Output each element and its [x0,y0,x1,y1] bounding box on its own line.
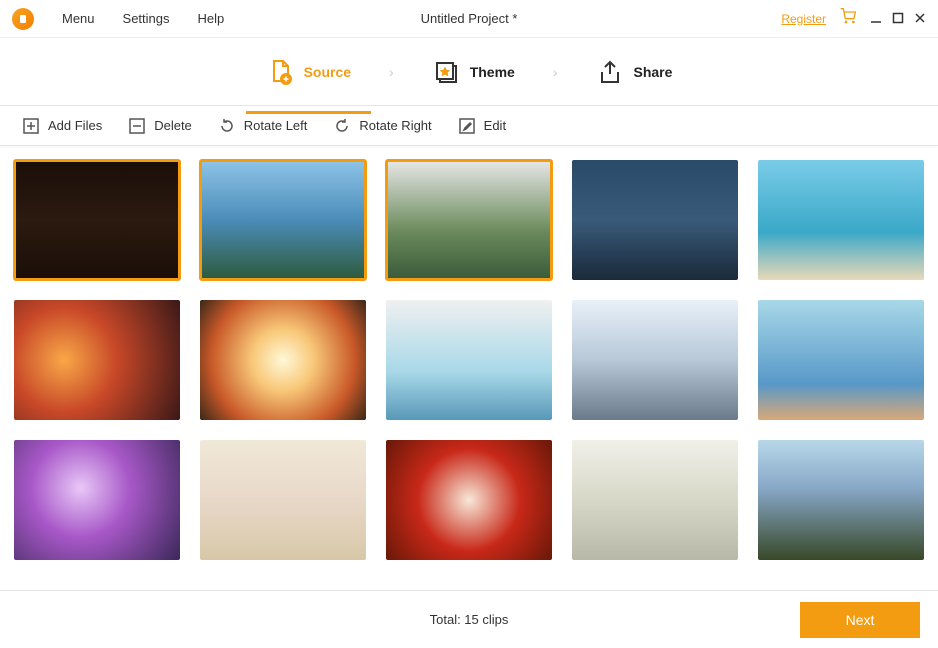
settings-button[interactable]: Settings [123,11,170,26]
project-title: Untitled Project * [421,11,518,26]
thumbnail-couple-sunset-embrace[interactable] [200,300,366,420]
add-files-button[interactable]: Add Files [22,117,102,135]
rotate-left-button[interactable]: Rotate Left [218,117,308,135]
toolbar: Add Files Delete Rotate Left Rotate Righ… [0,106,938,146]
edit-pencil-icon [458,117,476,135]
maximize-icon[interactable] [892,11,904,27]
app-logo-icon [12,8,34,30]
thumbnail-grid-area [0,146,938,576]
step-label: Share [634,64,673,80]
document-plus-icon [266,58,294,86]
thumbnail-couple-laptop-lights[interactable] [14,300,180,420]
share-arrow-icon [596,58,624,86]
footer: Total: 15 clips Next [0,590,938,648]
step-share[interactable]: Share [576,44,693,100]
thumbnail-girl-beach-sunglasses[interactable] [758,160,924,280]
titlebar: Menu Settings Help Untitled Project * Re… [0,0,938,38]
minus-box-icon [128,117,146,135]
step-source[interactable]: Source [246,44,371,100]
thumbnail-woman-camera-bokeh[interactable] [14,440,180,560]
tool-label: Rotate Left [244,118,308,133]
thumbnail-woman-pool-resort[interactable] [386,300,552,420]
tool-label: Add Files [48,118,102,133]
thumbnail-father-kids-field[interactable] [758,440,924,560]
thumbnail-couple-by-lake[interactable] [200,160,366,280]
thumbnail-grid [14,160,924,560]
chevron-right-icon: › [389,64,394,80]
step-nav: Source › Theme › Share [0,38,938,106]
tool-label: Edit [484,118,506,133]
close-icon[interactable] [914,11,926,27]
thumbnail-keychain-eggs-flatlay[interactable] [572,440,738,560]
tool-label: Delete [154,118,192,133]
rotate-left-icon [218,117,236,135]
step-label: Theme [470,64,515,80]
step-theme[interactable]: Theme [412,44,535,100]
chevron-right-icon: › [553,64,558,80]
next-button[interactable]: Next [800,602,920,638]
minimize-icon[interactable] [870,11,882,27]
help-button[interactable]: Help [198,11,225,26]
thumbnail-santa-heart-hands[interactable] [386,440,552,560]
rotate-right-icon [333,117,351,135]
thumbnail-group-winter-photo[interactable] [572,300,738,420]
edit-button[interactable]: Edit [458,117,506,135]
tool-label: Rotate Right [359,118,431,133]
cart-icon[interactable] [840,8,856,29]
stack-star-icon [432,58,460,86]
thumbnail-couple-walking-road[interactable] [386,160,552,280]
total-clips-label: Total: 15 clips [430,612,509,627]
plus-box-icon [22,117,40,135]
thumbnail-baby-splashing-water[interactable] [758,300,924,420]
step-label: Source [304,64,351,80]
menu-button[interactable]: Menu [62,11,95,26]
register-link[interactable]: Register [781,12,826,26]
rotate-right-button[interactable]: Rotate Right [333,117,431,135]
delete-button[interactable]: Delete [128,117,192,135]
thumbnail-wedding-dark-barn[interactable] [14,160,180,280]
thumbnail-hands-forever-tiles[interactable] [200,440,366,560]
thumbnail-couple-silhouette-sunset[interactable] [572,160,738,280]
